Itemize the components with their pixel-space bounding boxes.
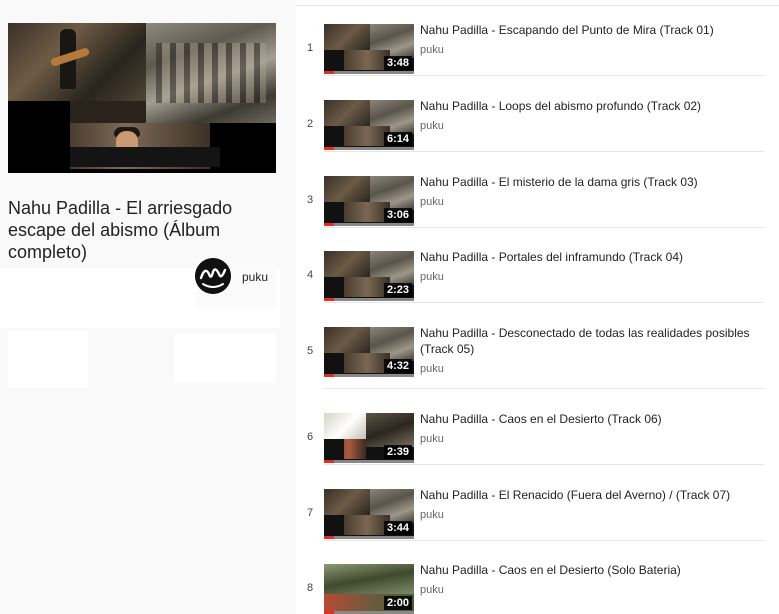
video-title[interactable]: Nahu Padilla - Caos en el Desierto (Trac… <box>420 411 760 427</box>
video-thumbnail[interactable]: 3:44 <box>324 489 414 539</box>
progress-bar <box>324 147 414 150</box>
playlist-thumbnail[interactable] <box>8 23 276 173</box>
progress-fill <box>324 71 334 74</box>
progress-bar <box>324 223 414 226</box>
progress-bar <box>324 298 414 301</box>
video-title[interactable]: Nahu Padilla - El misterio de la dama gr… <box>420 174 760 190</box>
item-index: 1 <box>306 42 314 54</box>
duration-badge: 3:06 <box>383 208 412 222</box>
video-thumbnail[interactable]: 2:00 <box>324 564 414 614</box>
video-channel[interactable]: puku <box>420 509 444 521</box>
progress-bar <box>324 536 414 539</box>
thumb-segment <box>324 251 370 277</box>
video-thumbnail[interactable]: 2:23 <box>324 251 414 301</box>
progress-bar <box>324 460 414 463</box>
thumb-segment <box>324 413 370 439</box>
video-channel[interactable]: puku <box>420 363 444 375</box>
playlist-item[interactable]: 8 2:00 Nahu Padilla - Caos en el Desiert… <box>296 540 779 614</box>
thumb-segment <box>324 564 414 594</box>
video-title[interactable]: Nahu Padilla - Escapando del Punto de Mi… <box>420 22 760 38</box>
thumb-segment <box>324 489 370 515</box>
thumb-segment <box>366 413 414 447</box>
playlist-item[interactable]: 4 2:23 Nahu Padilla - Portales del infra… <box>296 227 779 303</box>
thumb-segment <box>324 176 370 202</box>
video-channel[interactable]: puku <box>420 584 444 596</box>
video-title[interactable]: Nahu Padilla - El Renacido (Fuera del Av… <box>420 487 760 503</box>
thumb-segment <box>324 100 370 126</box>
placeholder-block <box>8 330 88 388</box>
duration-badge: 3:48 <box>383 56 412 70</box>
duration-badge: 2:00 <box>383 596 412 610</box>
item-index: 8 <box>306 582 314 594</box>
video-title[interactable]: Nahu Padilla - Desconectado de todas las… <box>420 325 760 357</box>
thumb-segment <box>8 23 146 101</box>
video-thumbnail[interactable]: 6:14 <box>324 100 414 150</box>
channel-avatar[interactable] <box>195 258 231 294</box>
progress-fill <box>324 223 334 226</box>
playlist-title[interactable]: Nahu Padilla - El arriesgado escape del … <box>8 197 278 263</box>
item-index: 5 <box>306 345 314 357</box>
playlist-item[interactable]: 5 4:32 Nahu Padilla - Desconectado de to… <box>296 303 779 389</box>
duration-badge: 2:39 <box>383 445 412 459</box>
video-channel[interactable]: puku <box>420 433 444 445</box>
playlist-info-panel: Nahu Padilla - El arriesgado escape del … <box>0 0 296 614</box>
thumb-clutter <box>156 43 266 103</box>
progress-fill <box>324 460 334 463</box>
puku-logo-icon <box>195 258 231 294</box>
progress-bar <box>324 374 414 377</box>
item-index: 3 <box>306 194 314 206</box>
video-thumbnail[interactable]: 3:48 <box>324 24 414 74</box>
item-index: 4 <box>306 269 314 281</box>
playlist-item[interactable]: 2 6:14 Nahu Padilla - Loops del abismo p… <box>296 76 779 152</box>
playlist-item[interactable]: 1 3:48 Nahu Padilla - Escapando del Punt… <box>296 0 779 76</box>
duration-badge: 6:14 <box>383 132 412 146</box>
progress-bar <box>324 71 414 74</box>
playlist-item[interactable]: 3 3:06 Nahu Padilla - El misterio de la … <box>296 152 779 228</box>
progress-fill <box>324 147 334 150</box>
video-thumbnail[interactable]: 2:39 <box>324 413 414 463</box>
thumb-segment <box>70 147 220 167</box>
progress-fill <box>324 374 334 377</box>
thumb-segment <box>70 101 146 123</box>
video-channel[interactable]: puku <box>420 196 444 208</box>
playlist-item[interactable]: 6 2:39 Nahu Padilla - Caos en el Desiert… <box>296 389 779 465</box>
thumb-segment <box>146 23 276 123</box>
video-channel[interactable]: puku <box>420 44 444 56</box>
duration-badge: 3:44 <box>383 521 412 535</box>
duration-badge: 4:32 <box>383 359 412 373</box>
channel-name[interactable]: puku <box>242 270 268 284</box>
placeholder-block <box>174 333 276 383</box>
video-title[interactable]: Nahu Padilla - Portales del inframundo (… <box>420 249 760 265</box>
playlist-item[interactable]: 7 3:44 Nahu Padilla - El Renacido (Fuera… <box>296 465 779 541</box>
video-thumbnail[interactable]: 4:32 <box>324 327 414 377</box>
item-index: 6 <box>306 431 314 443</box>
video-thumbnail[interactable]: 3:06 <box>324 176 414 226</box>
thumb-segment <box>324 327 370 353</box>
progress-fill <box>324 536 334 539</box>
video-title[interactable]: Nahu Padilla - Loops del abismo profundo… <box>420 98 760 114</box>
video-channel[interactable]: puku <box>420 271 444 283</box>
progress-fill <box>324 298 334 301</box>
duration-badge: 2:23 <box>383 283 412 297</box>
thumb-segment <box>324 24 370 50</box>
video-channel[interactable]: puku <box>420 120 444 132</box>
item-index: 7 <box>306 507 314 519</box>
video-title[interactable]: Nahu Padilla - Caos en el Desierto (Solo… <box>420 562 760 578</box>
item-index: 2 <box>306 118 314 130</box>
